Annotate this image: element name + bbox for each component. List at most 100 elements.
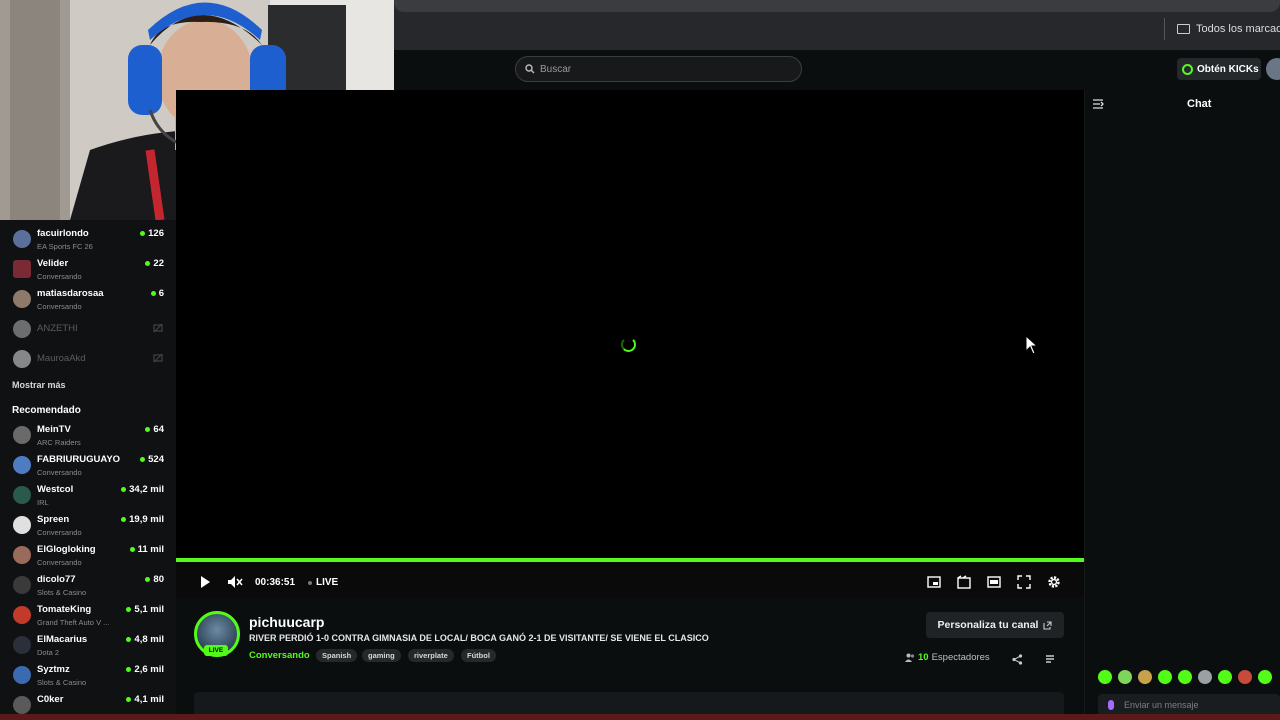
emote-icon[interactable] [1238, 670, 1252, 684]
sidebar-channel[interactable]: facuirlondo EA Sports FC 26 126 [0, 224, 176, 254]
mouse-cursor-icon [1025, 335, 1039, 355]
tag-chip[interactable]: Spanish [316, 649, 358, 662]
people-icon [905, 653, 915, 662]
sidebar-channel[interactable]: ElMacarius Dota 2 4,8 mil [0, 630, 176, 660]
sidebar-channel[interactable]: ElGlogloking Conversando 11 mil [0, 540, 176, 570]
viewer-count: 5,1 mil [126, 604, 164, 615]
sidebar-channel[interactable]: Velider Conversando 22 [0, 254, 176, 284]
sidebar-channel[interactable]: MeinTV ARC Raiders 64 [0, 420, 176, 450]
viewer-count-value: 5,1 mil [134, 604, 164, 615]
live-dot-icon [145, 427, 151, 432]
emote-icon[interactable] [1258, 670, 1272, 684]
emote-icon[interactable] [1098, 670, 1112, 684]
sidebar-channel[interactable]: Spreen Conversando 19,9 mil [0, 510, 176, 540]
viewer-count-value: 64 [153, 424, 164, 435]
microphone-icon [1108, 700, 1114, 710]
emote-icon[interactable] [1178, 670, 1192, 684]
avatar [13, 486, 31, 504]
theater-mode-icon[interactable] [987, 575, 1001, 589]
sidebar-channel-offline[interactable]: ANZETHI [0, 314, 176, 344]
channel-category: EA Sports FC 26 [37, 242, 93, 251]
avatar [13, 456, 31, 474]
channel-name: C0ker [37, 694, 64, 705]
fullscreen-icon[interactable] [1017, 575, 1031, 589]
viewer-count-value: 4,8 mil [134, 634, 164, 645]
channel-category: Conversando [37, 558, 82, 567]
live-badge: LIVE [204, 645, 228, 656]
emote-icon[interactable] [1118, 670, 1132, 684]
live-dot-icon [126, 697, 132, 702]
avatar [13, 426, 31, 444]
viewer-count: 126 [140, 228, 164, 239]
chat-message-input[interactable]: Enviar un mensaje [1098, 694, 1280, 716]
channel-category: Conversando [37, 272, 82, 281]
channel-category: ARC Raiders [37, 438, 81, 447]
live-dot-icon [150, 291, 156, 296]
settings-gear-icon[interactable] [1047, 575, 1061, 589]
external-link-icon [1043, 620, 1053, 630]
viewer-count-value: 2,6 mil [134, 664, 164, 675]
viewer-count: 34,2 mil [121, 484, 164, 495]
customize-channel-label: Personaliza tu canal [937, 619, 1039, 631]
live-indicator[interactable]: LIVE [308, 577, 338, 588]
share-icon[interactable] [1012, 654, 1023, 665]
bookmarks-folder[interactable]: Todos los marcadores [1164, 18, 1280, 40]
channel-name[interactable]: pichuucarp [249, 614, 324, 630]
sidebar-channel[interactable]: Syztmz Slots & Casino 2,6 mil [0, 660, 176, 690]
channel-name: MauroaAkd [37, 353, 86, 364]
browser-address-bar[interactable] [394, 0, 1280, 12]
tag-chip[interactable]: Fútbol [461, 649, 496, 662]
show-more-link[interactable]: Mostrar más [12, 380, 66, 390]
clip-icon[interactable] [957, 575, 971, 589]
sidebar-channel[interactable]: Westcol IRL 34,2 mil [0, 480, 176, 510]
viewer-count: 6 [150, 288, 164, 299]
mini-player-icon[interactable] [927, 575, 941, 589]
channel-name: ElGlogloking [37, 544, 96, 555]
sidebar-channel[interactable]: matiasdarosaa Conversando 6 [0, 284, 176, 314]
collapse-chat-icon[interactable] [1092, 98, 1104, 110]
sidebar-channel[interactable]: dicolo77 Slots & Casino 80 [0, 570, 176, 600]
channel-category: Conversando [37, 468, 82, 477]
sidebar-channel[interactable]: FABRIURUGUAYO Conversando 524 [0, 450, 176, 480]
chat-panel [1084, 90, 1280, 720]
live-dot-icon [145, 577, 151, 582]
viewer-count-value: 524 [148, 454, 164, 465]
tag-chip[interactable]: gaming [362, 649, 401, 662]
search-input[interactable]: Buscar [515, 56, 802, 82]
avatar [13, 576, 31, 594]
channel-name: matiasdarosaa [37, 288, 104, 299]
avatar [13, 320, 31, 338]
stream-category[interactable]: Conversando [249, 650, 310, 661]
timecode: 00:36:51 [255, 577, 296, 588]
customize-channel-button[interactable]: Personaliza tu canal [926, 612, 1064, 638]
play-icon[interactable] [198, 575, 212, 589]
viewer-count-value: 22 [153, 258, 164, 269]
live-dot-icon [308, 580, 312, 585]
sidebar: facuirlondo EA Sports FC 26 126 Velider … [0, 220, 176, 720]
emote-icon[interactable] [1218, 670, 1232, 684]
emote-icon[interactable] [1198, 670, 1212, 684]
live-dot-icon [140, 457, 146, 462]
avatar [13, 696, 31, 714]
avatar [13, 290, 31, 308]
viewer-count-value: 10 [918, 652, 929, 663]
sidebar-channel-offline[interactable]: MauroaAkd [0, 344, 176, 374]
channel-name: ANZETHI [37, 323, 78, 334]
more-options-icon[interactable] [1044, 653, 1056, 665]
muted-speaker-icon[interactable] [227, 575, 243, 589]
avatar [13, 230, 31, 248]
recommended-heading: Recomendado [12, 405, 81, 416]
viewer-count-value: 4,1 mil [134, 694, 164, 705]
channel-category: Grand Theft Auto V ... [37, 618, 110, 627]
channel-category: Conversando [37, 528, 82, 537]
emote-icon[interactable] [1158, 670, 1172, 684]
channel-name: Velider [37, 258, 69, 269]
sidebar-channel[interactable]: TomateKing Grand Theft Auto V ... 5,1 mi… [0, 600, 176, 630]
get-kicks-button[interactable]: Obtén KICKs [1177, 58, 1261, 80]
tag-chip[interactable]: riverplate [408, 649, 454, 662]
emote-icon[interactable] [1138, 670, 1152, 684]
live-dot-icon [126, 637, 132, 642]
viewer-count-value: 19,9 mil [129, 514, 164, 525]
bookmarks-label: Todos los marcadores [1196, 23, 1280, 35]
viewer-count-value: 6 [158, 288, 164, 299]
